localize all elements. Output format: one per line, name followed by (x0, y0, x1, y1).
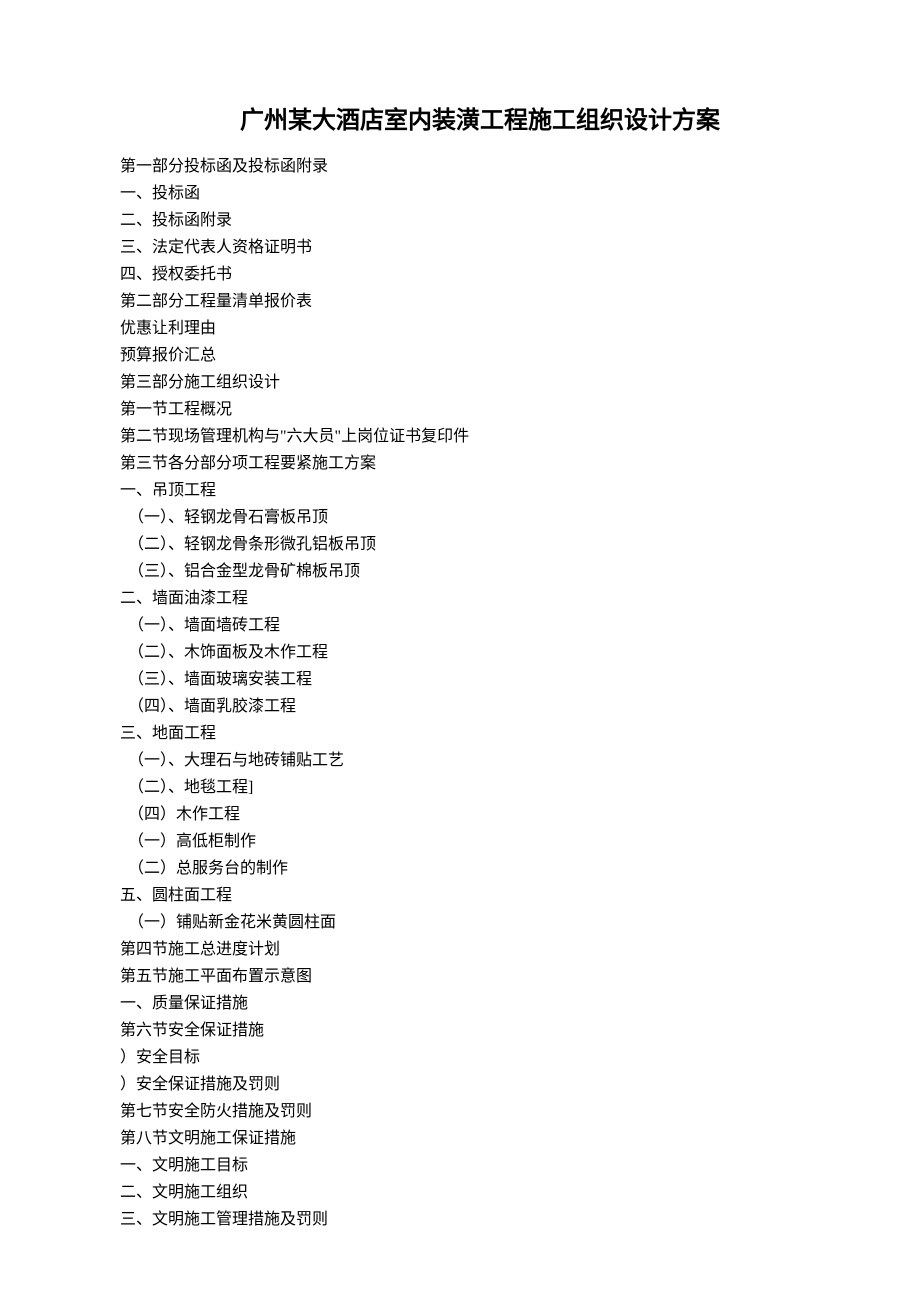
toc-line: ）安全保证措施及罚则 (120, 1071, 800, 1098)
toc-line: （二）、木饰面板及木作工程 (120, 639, 800, 666)
toc-line: （一）高低柜制作 (120, 828, 800, 855)
toc-line: 第三部分施工组织设计 (120, 369, 800, 396)
toc-line: 三、法定代表人资格证明书 (120, 234, 800, 261)
toc-line: 二、文明施工组织 (120, 1179, 800, 1206)
toc-line: 第一节工程概况 (120, 396, 800, 423)
toc-line: 第六节安全保证措施 (120, 1017, 800, 1044)
toc-line: 第二部分工程量清单报价表 (120, 288, 800, 315)
toc-line: 预算报价汇总 (120, 342, 800, 369)
toc-line: 二、投标函附录 (120, 207, 800, 234)
toc-line: （二）、地毯工程] (120, 774, 800, 801)
toc-line: 第三节各分部分项工程要紧施工方案 (120, 450, 800, 477)
document-title: 广州某大酒店室内装潢工程施工组织设计方案 (160, 100, 800, 135)
toc-line: （一）铺贴新金花米黄圆柱面 (120, 909, 800, 936)
toc-line: （一）、大理石与地砖铺贴工艺 (120, 747, 800, 774)
toc-line: （一）、轻钢龙骨石膏板吊顶 (120, 504, 800, 531)
toc-line: 第七节安全防火措施及罚则 (120, 1098, 800, 1125)
toc-line: 四、授权委托书 (120, 261, 800, 288)
toc-line: （四）木作工程 (120, 801, 800, 828)
toc-line: 三、文明施工管理措施及罚则 (120, 1206, 800, 1233)
document-body: 第一部分投标函及投标函附录 一、投标函 二、投标函附录 三、法定代表人资格证明书… (120, 153, 800, 1233)
toc-line: ）安全目标 (120, 1044, 800, 1071)
toc-line: （二）、轻钢龙骨条形微孔铝板吊顶 (120, 531, 800, 558)
toc-line: 优惠让利理由 (120, 315, 800, 342)
toc-line: 二、墙面油漆工程 (120, 585, 800, 612)
toc-line: 一、投标函 (120, 180, 800, 207)
toc-line: （二）总服务台的制作 (120, 855, 800, 882)
toc-line: 一、质量保证措施 (120, 990, 800, 1017)
toc-line: （四）、墙面乳胶漆工程 (120, 693, 800, 720)
toc-line: 一、文明施工目标 (120, 1152, 800, 1179)
toc-line: 一、吊顶工程 (120, 477, 800, 504)
toc-line: 第五节施工平面布置示意图 (120, 963, 800, 990)
toc-line: （三）、墙面玻璃安装工程 (120, 666, 800, 693)
toc-line: 第四节施工总进度计划 (120, 936, 800, 963)
toc-line: 第一部分投标函及投标函附录 (120, 153, 800, 180)
toc-line: 第二节现场管理机构与"六大员"上岗位证书复印件 (120, 423, 800, 450)
toc-line: （三）、铝合金型龙骨矿棉板吊顶 (120, 558, 800, 585)
toc-line: （一）、墙面墙砖工程 (120, 612, 800, 639)
toc-line: 三、地面工程 (120, 720, 800, 747)
toc-line: 第八节文明施工保证措施 (120, 1125, 800, 1152)
toc-line: 五、圆柱面工程 (120, 882, 800, 909)
